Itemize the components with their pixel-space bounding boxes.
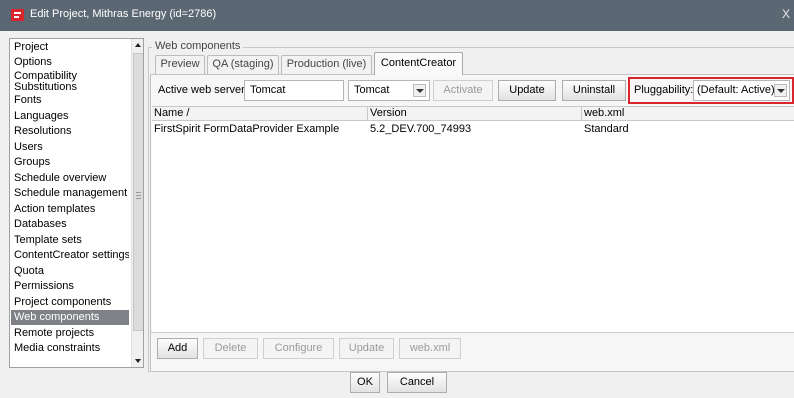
tab-production-live[interactable]: Production (live) [281,55,372,74]
ok-button[interactable]: OK [350,372,380,393]
cancel-button[interactable]: Cancel [387,372,447,393]
app-logo-icon [11,9,24,21]
nav-item-fonts[interactable]: Fonts [11,93,129,108]
webxml-button[interactable]: web.xml [399,338,461,359]
table-bottom-divider [151,332,794,333]
window-title: Edit Project, Mithras Energy (id=2786) [30,8,217,20]
delete-button[interactable]: Delete [203,338,258,359]
nav-scrollbar[interactable] [131,39,143,367]
nav-item-remote-projects[interactable]: Remote projects [11,326,129,341]
scroll-grip-icon [136,192,141,199]
cell-webxml[interactable]: Standard [582,122,794,136]
nav-item-media-constraints[interactable]: Media constraints [11,341,129,356]
nav-item-compatibility-substitutions[interactable]: Compatibility Substitutions [11,70,129,94]
chevron-down-icon[interactable] [774,84,787,97]
update-server-button[interactable]: Update [498,80,556,101]
tab-contentcreator[interactable]: ContentCreator [374,52,463,75]
nav-item-project[interactable]: Project [11,40,129,55]
nav-item-web-components[interactable]: Web components [11,310,129,325]
column-header-name[interactable]: Name / [152,107,368,121]
nav-item-permissions[interactable]: Permissions [11,279,129,294]
web-server-select[interactable]: Tomcat [348,80,430,101]
nav-item-project-components[interactable]: Project components [11,295,129,310]
pluggability-label: Pluggability: [634,84,694,96]
active-web-server-label: Active web server: [158,84,248,96]
pluggability-select[interactable]: (Default: Active) [693,80,790,101]
activate-button[interactable]: Activate [433,80,493,101]
nav-item-groups[interactable]: Groups [11,155,129,170]
configure-button[interactable]: Configure [263,338,334,359]
title-bar: Edit Project, Mithras Energy (id=2786) X [0,0,794,31]
add-button[interactable]: Add [157,338,198,359]
close-icon[interactable]: X [782,7,790,21]
group-title: Web components [152,40,244,52]
cell-version[interactable]: 5.2_DEV.700_74993 [368,122,582,136]
nav-item-users[interactable]: Users [11,140,129,155]
column-header-webxml[interactable]: web.xml [582,107,794,121]
tab-qa-staging[interactable]: QA (staging) [207,55,279,74]
web-server-select-value: Tomcat [354,84,390,96]
scroll-down-arrow-icon[interactable] [132,354,143,367]
uninstall-button[interactable]: Uninstall [562,80,626,101]
nav-item-contentcreator-settings[interactable]: ContentCreator settings [11,248,129,263]
pluggability-select-value: (Default: Active) [697,84,775,96]
nav-item-quota[interactable]: Quota [11,264,129,279]
nav-item-action-templates[interactable]: Action templates [11,202,129,217]
active-web-server-field: Tomcat [244,80,344,101]
edit-project-dialog: Edit Project, Mithras Energy (id=2786) X… [0,0,794,398]
column-header-version[interactable]: Version [368,107,582,121]
nav-item-resolutions[interactable]: Resolutions [11,124,129,139]
nav-item-options[interactable]: Options [11,55,129,70]
nav-item-schedule-management[interactable]: Schedule management [11,186,129,201]
chevron-down-icon[interactable] [413,84,426,97]
scroll-thumb[interactable] [133,53,143,331]
nav-item-schedule-overview[interactable]: Schedule overview [11,171,129,186]
tab-preview[interactable]: Preview [155,55,205,74]
update-component-button[interactable]: Update [339,338,394,359]
web-components-table: Name / Version web.xml FirstSpirit FormD… [152,106,794,332]
nav-item-languages[interactable]: Languages [11,109,129,124]
settings-nav-list: Project Options Compatibility Substituti… [9,38,144,368]
nav-item-template-sets[interactable]: Template sets [11,233,129,248]
nav-item-databases[interactable]: Databases [11,217,129,232]
cell-name[interactable]: FirstSpirit FormDataProvider Example [152,122,368,136]
scroll-up-arrow-icon[interactable] [132,39,143,52]
